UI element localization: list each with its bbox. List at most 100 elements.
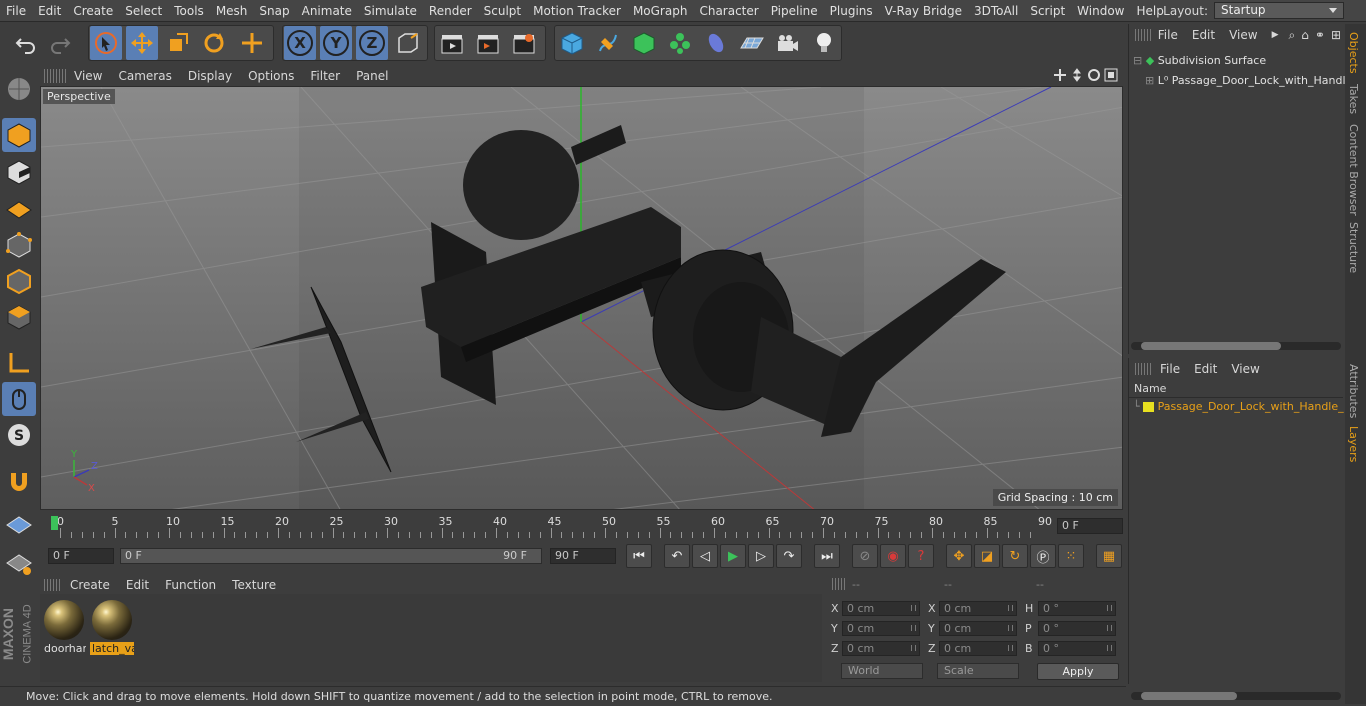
menu-plugins[interactable]: Plugins [824,0,879,22]
go-to-start-button[interactable]: ⏮ [626,544,652,568]
menu-edit[interactable]: Edit [32,0,67,22]
material-grip[interactable] [44,579,62,591]
object-menu-view[interactable]: View [1222,28,1264,42]
pan-view-icon[interactable] [1053,68,1067,82]
layer-row[interactable]: └ Passage_Door_Lock_with_Handle_ [1133,400,1344,413]
rotate-view-icon[interactable] [1087,68,1101,82]
tab-attributes[interactable]: Attributes [1347,364,1360,418]
size-y-field[interactable]: 0 cm [939,621,1017,636]
material-menu-create[interactable]: Create [62,578,118,592]
layer-menu-edit[interactable]: Edit [1187,362,1224,376]
menu-script[interactable]: Script [1024,0,1071,22]
menu-3dtoall[interactable]: 3DToAll [968,0,1024,22]
menu-create[interactable]: Create [67,0,119,22]
z-axis-lock-button[interactable]: Z [356,26,388,60]
render-picture-viewer-button[interactable] [472,26,504,60]
points-mode-button[interactable] [2,228,36,262]
zoom-view-icon[interactable] [1070,68,1084,82]
layer-column-header[interactable]: Name [1129,382,1343,398]
polygons-mode-button[interactable] [2,300,36,334]
viewport-menu-filter[interactable]: Filter [302,69,348,83]
undo-button[interactable] [10,26,42,60]
position-y-field[interactable]: 0 cm [842,621,920,636]
layer-menu-view[interactable]: View [1224,362,1266,376]
apply-button[interactable]: Apply [1037,663,1119,680]
transform-tool-button[interactable] [236,26,268,60]
menu-mograph[interactable]: MoGraph [627,0,694,22]
tree-collapse-icon[interactable]: ⊟ [1133,54,1142,67]
tree-expand-icon[interactable]: ⊞ [1145,74,1154,87]
more-arrow-icon[interactable]: ▶ [1265,30,1286,40]
coordinate-space-dropdown[interactable]: World [841,663,923,679]
menu-motion-tracker[interactable]: Motion Tracker [527,0,627,22]
scale-tool-button[interactable] [162,26,194,60]
3d-viewport[interactable]: Y Z X Perspective Grid Spacing : 10 cm [40,86,1123,510]
layer-hscrollbar[interactable] [1131,692,1341,700]
size-mode-dropdown[interactable]: Scale [937,663,1019,679]
live-selection-button[interactable] [90,26,122,60]
camera-label[interactable]: Perspective [43,89,115,104]
playhead[interactable] [51,516,58,530]
workplane-lock-button[interactable] [2,508,36,542]
timeline-window-button[interactable]: ▦ [1096,544,1122,568]
pen-spline-button[interactable] [592,26,624,60]
position-z-field[interactable]: 0 cm [842,641,920,656]
tab-objects[interactable]: Objects [1347,32,1360,74]
viewport-menu-display[interactable]: Display [180,69,240,83]
tab-structure[interactable]: Structure [1347,222,1360,273]
autokey-button[interactable]: ◉ [880,544,906,568]
subdivision-button[interactable] [628,26,660,60]
rotation-p-field[interactable]: 0 ° [1038,621,1116,636]
end-frame-field[interactable]: 90 F [550,548,616,564]
menu-render[interactable]: Render [423,0,478,22]
viewport-menu-panel[interactable]: Panel [348,69,396,83]
menu-vray-bridge[interactable]: V-Ray Bridge [879,0,968,22]
floor-button[interactable] [736,26,768,60]
viewport-menu-options[interactable]: Options [240,69,302,83]
menu-snap[interactable]: Snap [253,0,295,22]
start-frame-field[interactable]: 0 F [48,548,114,564]
home-icon[interactable]: ⌂ [1298,28,1312,42]
layer-color-swatch[interactable] [1143,402,1155,412]
render-view-button[interactable] [436,26,468,60]
rotation-h-field[interactable]: 0 ° [1038,601,1116,616]
edges-mode-button[interactable] [2,264,36,298]
search-icon[interactable]: ⌕ [1286,28,1299,43]
viewport-menu-cameras[interactable]: Cameras [110,69,179,83]
menu-mesh[interactable]: Mesh [210,0,254,22]
current-frame-field[interactable]: 0 F [1057,518,1123,534]
make-editable-button[interactable] [2,72,36,106]
scroll-thumb[interactable] [1141,342,1281,350]
record-scale-button[interactable]: ◪ [974,544,1000,568]
axis-mode-button[interactable] [2,346,36,380]
model-mode-button[interactable] [2,118,36,152]
layer-manager-grip[interactable] [1135,363,1153,375]
menu-select[interactable]: Select [119,0,168,22]
record-point-level-button[interactable]: ⁙ [1058,544,1084,568]
menu-window[interactable]: Window [1071,0,1130,22]
planar-workplane-button[interactable] [2,546,36,580]
material-menu-function[interactable]: Function [157,578,224,592]
size-z-field[interactable]: 0 cm [939,641,1017,656]
menu-character[interactable]: Character [693,0,764,22]
render-settings-button[interactable] [508,26,540,60]
object-row-subdivision[interactable]: ⊟ ◆ Subdivision Surface [1133,54,1266,67]
timeline-ruler[interactable]: 0 5 10 15 20 25 30 35 40 45 50 55 60 65 70 75 80 85 90 0 F [40,512,1124,540]
next-frame-button[interactable]: ▷ [748,544,774,568]
coordinates-grip[interactable] [832,578,846,590]
snapping-button[interactable]: S [2,418,36,452]
record-rotation-button[interactable]: ↻ [1002,544,1028,568]
camera-button[interactable] [772,26,804,60]
record-keys-button[interactable]: ⊘ [852,544,878,568]
material-swatch[interactable]: doorhar [42,598,86,655]
new-window-icon[interactable]: ⊞ [1328,28,1344,42]
object-menu-edit[interactable]: Edit [1185,28,1222,42]
menu-pipeline[interactable]: Pipeline [765,0,824,22]
object-menu-file[interactable]: File [1151,28,1185,42]
magnet-button[interactable] [2,464,36,498]
keyframe-selection-button[interactable]: ? [908,544,934,568]
tab-content-browser[interactable]: Content Browser [1347,124,1360,216]
material-menu-edit[interactable]: Edit [118,578,157,592]
layout-dropdown[interactable]: Startup [1214,2,1344,19]
light-button[interactable] [808,26,840,60]
